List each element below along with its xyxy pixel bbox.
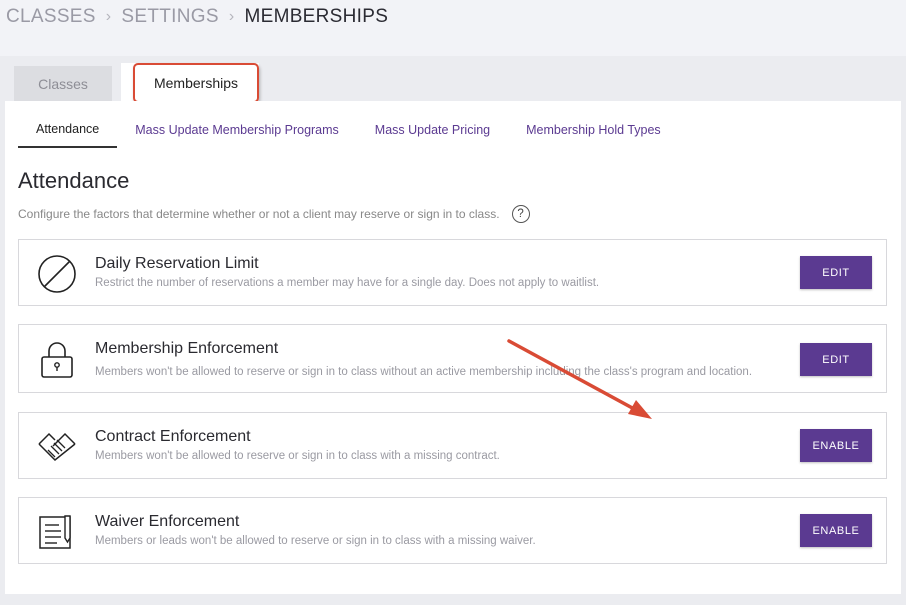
section-description: Configure the factors that determine whe… <box>18 205 530 223</box>
card-membership-enforcement: Membership Enforcement Members won't be … <box>18 324 887 393</box>
subtab-hold-types[interactable]: Membership Hold Types <box>526 112 661 148</box>
subtab-mass-update-programs[interactable]: Mass Update Membership Programs <box>135 112 339 148</box>
card-contract-enforcement: Contract Enforcement Members won't be al… <box>18 412 887 479</box>
edit-button[interactable]: EDIT <box>800 256 872 289</box>
card-title: Membership Enforcement <box>95 340 279 357</box>
card-description: Members won't be allowed to reserve or s… <box>95 450 500 462</box>
subtab-mass-update-pricing[interactable]: Mass Update Pricing <box>375 112 490 148</box>
card-description: Members or leads won't be allowed to res… <box>95 535 536 547</box>
card-title: Daily Reservation Limit <box>95 255 259 272</box>
chevron-right-icon: › <box>228 8 235 25</box>
subtab-attendance[interactable]: Attendance <box>18 112 118 148</box>
handshake-icon <box>38 432 76 462</box>
tab-memberships-label: Memberships <box>153 75 239 91</box>
breadcrumb-classes[interactable]: CLASSES <box>6 6 96 28</box>
breadcrumb-settings[interactable]: SETTINGS <box>121 6 218 28</box>
prohibited-icon <box>38 255 76 293</box>
card-description: Restrict the number of reservations a me… <box>95 277 600 289</box>
enable-button[interactable]: ENABLE <box>800 514 872 547</box>
edit-button[interactable]: EDIT <box>800 343 872 376</box>
chevron-right-icon: › <box>105 8 112 25</box>
tab-classes[interactable]: Classes <box>14 66 112 102</box>
breadcrumb-memberships: MEMBERSHIPS <box>244 6 389 27</box>
section-description-text: Configure the factors that determine whe… <box>18 207 500 221</box>
section-title: Attendance <box>18 168 130 193</box>
card-daily-reservation-limit: Daily Reservation Limit Restrict the num… <box>18 239 887 306</box>
help-icon[interactable]: ? <box>511 205 530 223</box>
card-title: Waiver Enforcement <box>95 513 240 530</box>
card-waiver-enforcement: Waiver Enforcement Members or leads won'… <box>18 497 887 564</box>
subtab-bar: Attendance Mass Update Membership Progra… <box>18 112 661 148</box>
document-pen-icon <box>39 515 71 549</box>
tab-memberships[interactable]: Memberships <box>121 63 259 103</box>
card-description: Members won't be allowed to reserve or s… <box>95 366 753 378</box>
lock-icon <box>41 342 73 378</box>
enable-button[interactable]: ENABLE <box>800 429 872 462</box>
card-title: Contract Enforcement <box>95 428 251 445</box>
breadcrumb: CLASSES › SETTINGS › MEMBERSHIPS <box>6 6 388 28</box>
